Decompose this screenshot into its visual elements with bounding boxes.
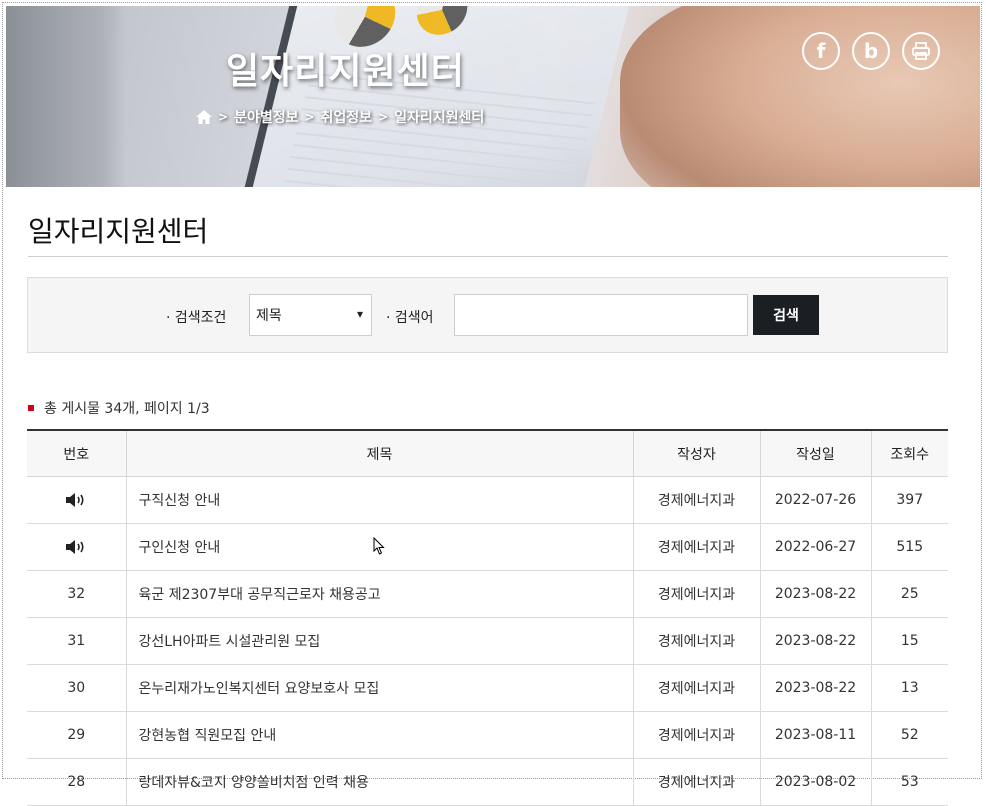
- row-title-link[interactable]: 랑데자뷰&코지 양양쏠비치점 인력 채용: [126, 758, 634, 806]
- post-count: 총 게시물 34개, 페이지 1/3: [28, 398, 210, 418]
- row-author: 경제에너지과: [633, 570, 761, 618]
- row-author: 경제에너지과: [633, 523, 761, 571]
- row-title-link[interactable]: 온누리재가노인복지센터 요양보호사 모집: [126, 664, 634, 712]
- banner-monitor-image: [242, 6, 632, 187]
- page-title: 일자리지원센터: [28, 215, 209, 248]
- row-views: 397: [871, 476, 948, 524]
- row-date: 2023-08-11: [760, 711, 872, 759]
- row-author: 경제에너지과: [633, 758, 761, 806]
- mouse-pointer-icon: [373, 537, 385, 555]
- breadcrumb: > 분야별정보 > 취업정보 > 일자리지원센터: [196, 107, 484, 127]
- bullet-icon: [28, 405, 34, 411]
- row-views: 53: [871, 758, 948, 806]
- column-header-date: 작성일: [760, 429, 872, 477]
- breadcrumb-item[interactable]: 취업정보: [321, 107, 373, 127]
- breadcrumb-item[interactable]: 분야별정보: [234, 107, 298, 127]
- row-author: 경제에너지과: [633, 664, 761, 712]
- header-banner: 일자리지원센터 > 분야별정보 > 취업정보 > 일자리지원센터 f b: [6, 6, 980, 187]
- row-number: 29: [27, 711, 127, 759]
- row-number: [27, 523, 127, 571]
- column-header-title: 제목: [126, 429, 634, 477]
- table-row[interactable]: 구인신청 안내 경제에너지과 2022-06-27 515: [27, 523, 948, 571]
- row-views: 515: [871, 523, 948, 571]
- column-header-number: 번호: [27, 429, 127, 477]
- row-date: 2023-08-02: [760, 758, 872, 806]
- row-views: 52: [871, 711, 948, 759]
- row-number: [27, 476, 127, 524]
- table-row[interactable]: 31 강선LH아파트 시설관리원 모집 경제에너지과 2023-08-22 15: [27, 617, 948, 665]
- row-author: 경제에너지과: [633, 617, 761, 665]
- speaker-notice-icon: [66, 540, 84, 554]
- table-row[interactable]: 30 온누리재가노인복지센터 요양보호사 모집 경제에너지과 2023-08-2…: [27, 664, 948, 712]
- share-buttons: f b: [802, 32, 940, 70]
- row-views: 15: [871, 617, 948, 665]
- blog-icon: b: [863, 39, 879, 63]
- chevron-right-icon: >: [218, 110, 229, 124]
- search-panel: · 검색조건 제목 ▾ · 검색어 검색: [27, 277, 948, 353]
- row-date: 2023-08-22: [760, 617, 872, 665]
- row-number: 31: [27, 617, 127, 665]
- facebook-icon: f: [816, 39, 826, 63]
- table-row[interactable]: 28 랑데자뷰&코지 양양쏠비치점 인력 채용 경제에너지과 2023-08-0…: [27, 758, 948, 806]
- home-icon[interactable]: [196, 110, 212, 124]
- chevron-right-icon: >: [304, 110, 315, 124]
- print-button[interactable]: [902, 32, 940, 70]
- row-title-link[interactable]: 육군 제2307부대 공무직근로자 채용공고: [126, 570, 634, 618]
- speaker-notice-icon: [66, 493, 84, 507]
- breadcrumb-item-current[interactable]: 일자리지원센터: [394, 107, 484, 127]
- divider: [28, 256, 948, 257]
- search-condition-label: · 검색조건: [166, 310, 227, 326]
- banner-title: 일자리지원센터: [226, 51, 465, 92]
- table-row[interactable]: 구직신청 안내 경제에너지과 2022-07-26 397: [27, 476, 948, 524]
- search-button[interactable]: 검색: [753, 295, 819, 335]
- search-condition-value: 제목: [256, 308, 282, 324]
- table-row[interactable]: 29 강현농협 직원모집 안내 경제에너지과 2023-08-11 52: [27, 711, 948, 759]
- banner-background: [6, 6, 126, 187]
- row-number: 28: [27, 758, 127, 806]
- row-title-link[interactable]: 강선LH아파트 시설관리원 모집: [126, 617, 634, 665]
- row-date: 2022-07-26: [760, 476, 872, 524]
- print-icon: [912, 42, 930, 60]
- row-title-link[interactable]: 강현농협 직원모집 안내: [126, 711, 634, 759]
- chevron-right-icon: >: [378, 110, 389, 124]
- row-number: 32: [27, 570, 127, 618]
- row-date: 2023-08-22: [760, 570, 872, 618]
- board-table: 번호 제목 작성자 작성일 조회수 구직신청 안내 경제에너지과 2022-07…: [27, 429, 948, 806]
- facebook-share-button[interactable]: f: [802, 32, 840, 70]
- search-condition-select[interactable]: 제목 ▾: [249, 294, 372, 336]
- column-header-views: 조회수: [871, 429, 948, 477]
- chevron-down-icon: ▾: [356, 307, 363, 321]
- search-input[interactable]: [454, 294, 748, 336]
- table-header-row: 번호 제목 작성자 작성일 조회수: [27, 429, 948, 477]
- search-keyword-label: · 검색어: [386, 310, 434, 326]
- blog-share-button[interactable]: b: [852, 32, 890, 70]
- row-author: 경제에너지과: [633, 711, 761, 759]
- row-author: 경제에너지과: [633, 476, 761, 524]
- table-row[interactable]: 32 육군 제2307부대 공무직근로자 채용공고 경제에너지과 2023-08…: [27, 570, 948, 618]
- row-date: 2023-08-22: [760, 664, 872, 712]
- post-count-text: 총 게시물 34개, 페이지 1/3: [44, 401, 210, 417]
- row-title-link[interactable]: 구직신청 안내: [126, 476, 634, 524]
- row-views: 13: [871, 664, 948, 712]
- row-number: 30: [27, 664, 127, 712]
- row-views: 25: [871, 570, 948, 618]
- column-header-author: 작성자: [633, 429, 761, 477]
- row-date: 2022-06-27: [760, 523, 872, 571]
